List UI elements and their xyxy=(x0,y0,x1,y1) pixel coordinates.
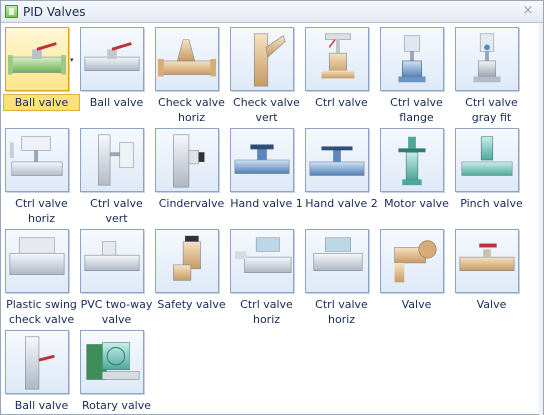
ball-valve-green-icon xyxy=(7,42,67,75)
shape-thumbnail[interactable] xyxy=(155,27,219,91)
shape-label: Hand valve 2 xyxy=(305,197,378,210)
shape-label: Motor valve xyxy=(384,197,449,210)
ctrl-valve-icon xyxy=(321,33,355,79)
shape-label: Valve xyxy=(476,298,507,311)
shape-thumbnail[interactable] xyxy=(80,27,144,91)
valve-red-handle-icon xyxy=(459,243,515,271)
shape-library-panel: PID Valves × ▾ Ball valve Ball valve Chec… xyxy=(0,0,544,415)
shape-thumbnail[interactable] xyxy=(455,128,519,192)
valve-tan-icon xyxy=(394,240,437,283)
hand-valve-1-icon xyxy=(234,144,290,174)
shape-label: Ctrl valve horiz xyxy=(315,298,368,326)
shape-thumbnail[interactable] xyxy=(305,128,369,192)
ctrl-valve-flange-icon xyxy=(398,35,426,83)
shape-label: Valve xyxy=(401,298,432,311)
check-valve-vert-icon xyxy=(253,33,286,87)
scrollbar[interactable] xyxy=(539,23,543,415)
shape-label: Ctrl valve gray fit xyxy=(465,96,518,124)
chevron-down-icon[interactable]: ▾ xyxy=(70,57,76,64)
motor-valve-icon xyxy=(398,136,426,186)
shape-thumbnail[interactable] xyxy=(230,229,294,293)
shape-label: Safety valve xyxy=(157,298,226,311)
library-icon xyxy=(5,5,18,18)
shape-label: Ball valve xyxy=(14,399,69,412)
shape-label: Hand valve 1 xyxy=(230,197,303,210)
shape-thumbnail[interactable] xyxy=(230,27,294,91)
check-valve-horiz-icon xyxy=(157,39,217,77)
close-icon[interactable]: × xyxy=(521,4,535,18)
rotary-valve-icon xyxy=(86,342,140,380)
shape-label: Plastic swing check valve xyxy=(6,298,77,326)
shape-label: PVC two-way valve xyxy=(80,298,153,326)
shape-thumbnail[interactable] xyxy=(5,229,69,293)
hand-valve-2-icon xyxy=(309,146,365,176)
shape-label: Ctrl valve vert xyxy=(90,197,143,225)
shape-thumbnail[interactable] xyxy=(80,330,144,394)
shape-label: Pinch valve xyxy=(460,197,523,210)
ctrl-valve-horiz-2-icon xyxy=(234,237,292,273)
shape-thumbnail[interactable] xyxy=(455,27,519,91)
shape-thumbnail[interactable] xyxy=(155,229,219,293)
shape-thumbnail[interactable] xyxy=(5,330,69,394)
shape-thumbnail[interactable] xyxy=(455,229,519,293)
shape-thumbnail[interactable] xyxy=(380,229,444,293)
plastic-swing-check-valve-icon xyxy=(9,237,65,275)
shape-label: Check valve vert xyxy=(233,96,300,124)
ctrl-valve-horiz-3-icon xyxy=(313,237,363,271)
shape-thumbnail[interactable] xyxy=(5,128,69,192)
panel-title: PID Valves xyxy=(23,5,86,19)
shape-label: Ctrl valve horiz xyxy=(240,298,293,326)
shape-thumbnail[interactable] xyxy=(380,128,444,192)
shape-label: Ctrl valve xyxy=(315,96,368,109)
shape-thumbnail[interactable] xyxy=(155,128,219,192)
shape-thumbnail[interactable] xyxy=(305,229,369,293)
shape-thumbnail[interactable] xyxy=(80,128,144,192)
safety-valve-icon xyxy=(173,235,201,281)
ball-valve-gray-icon xyxy=(84,42,140,71)
shape-label: Rotary valve xyxy=(81,399,152,412)
panel-header: PID Valves × xyxy=(1,1,543,23)
shape-label: Ball valve xyxy=(89,96,144,109)
shape-thumbnail[interactable] xyxy=(230,128,294,192)
ctrl-valve-vert-icon xyxy=(98,134,134,186)
shape-label: Ctrl valve flange xyxy=(390,96,443,124)
shape-thumbnail[interactable] xyxy=(80,229,144,293)
shape-label: Cindervalve xyxy=(158,197,225,210)
cindervalve-icon xyxy=(173,134,205,188)
shape-thumbnail[interactable] xyxy=(5,27,69,91)
shape-label: Ball valve xyxy=(3,94,80,111)
pinch-valve-icon xyxy=(461,136,513,176)
shape-label: Check valve horiz xyxy=(158,96,225,124)
shape-thumbnail[interactable] xyxy=(305,27,369,91)
shape-label: Ctrl valve horiz xyxy=(15,197,68,225)
ctrl-valve-horiz-icon xyxy=(9,136,63,176)
ball-valve-vertical-icon xyxy=(25,336,55,390)
shape-thumbnail[interactable] xyxy=(380,27,444,91)
pvc-two-way-valve-icon xyxy=(84,241,140,271)
ctrl-valve-gray-fit-icon xyxy=(473,33,501,83)
